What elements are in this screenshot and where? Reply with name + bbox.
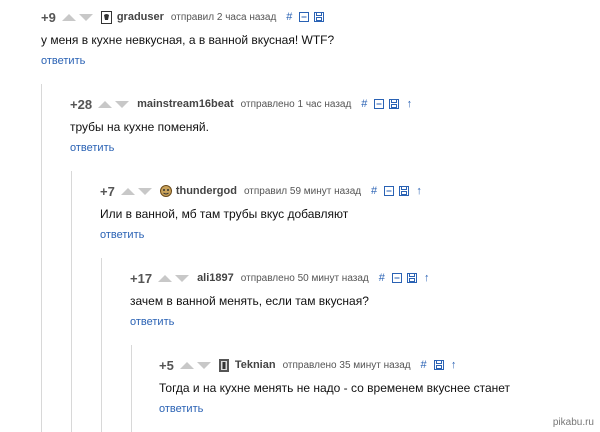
comment-header: +7 thundergod отправил 59 минут назад # … [100, 182, 429, 200]
user-avatar-icon[interactable] [218, 358, 230, 372]
comment-time: отправлено 1 час назад [240, 98, 352, 110]
reply-link[interactable]: ответить [130, 316, 174, 328]
reply-link[interactable]: ответить [41, 55, 85, 67]
parent-arrow-icon[interactable]: ↑ [422, 273, 432, 284]
author-name[interactable]: graduser [117, 11, 164, 23]
upvote-icon[interactable] [158, 274, 173, 282]
thread-line [131, 345, 132, 432]
hash-link-icon[interactable]: # [377, 273, 387, 284]
collapse-icon[interactable] [374, 99, 385, 109]
parent-arrow-icon[interactable]: ↑ [404, 99, 414, 110]
site-watermark: pikabu.ru [552, 417, 594, 428]
parent-arrow-icon[interactable]: ↑ [449, 360, 459, 371]
save-icon[interactable] [314, 12, 325, 22]
comment-text: Тогда и на кухне менять не надо - со вре… [159, 381, 511, 395]
comment-time: отправил 59 минут назад [243, 185, 362, 197]
comment-time: отправлено 50 минут назад [240, 272, 369, 284]
author-name[interactable]: Teknian [235, 359, 276, 371]
reply-link[interactable]: ответить [100, 229, 144, 241]
author-name[interactable]: thundergod [176, 185, 237, 197]
hash-link-icon[interactable]: # [284, 12, 294, 23]
rating-value: +17 [130, 270, 153, 286]
downvote-icon[interactable] [196, 361, 211, 369]
thread-line [41, 84, 42, 432]
upvote-icon[interactable] [98, 100, 113, 108]
upvote-icon[interactable] [61, 13, 76, 21]
save-icon[interactable] [399, 186, 410, 196]
hash-link-icon[interactable]: # [359, 99, 369, 110]
rating-value: +28 [70, 96, 93, 112]
comment-time: отправлено 35 минут назад [282, 359, 411, 371]
reply-link[interactable]: ответить [159, 403, 203, 415]
save-icon[interactable] [406, 273, 417, 283]
reply-link[interactable]: ответить [70, 142, 114, 154]
comment-header: +9 graduser отправил 2 часа назад # [41, 8, 329, 26]
author-name[interactable]: mainstream16beat [137, 98, 234, 110]
collapse-icon[interactable] [384, 186, 395, 196]
comment-text: зачем в ванной менять, если там вкусная? [130, 294, 369, 308]
comment-text: трубы на кухне поменяй. [70, 120, 209, 134]
downvote-icon[interactable] [175, 274, 190, 282]
hash-link-icon[interactable]: # [369, 186, 379, 197]
downvote-icon[interactable] [137, 187, 152, 195]
upvote-icon[interactable] [120, 187, 135, 195]
user-avatar-icon[interactable] [159, 184, 172, 198]
comment-time: отправил 2 часа назад [170, 11, 277, 23]
save-icon[interactable] [389, 99, 400, 109]
comment-text: Или в ванной, мб там трубы вкус добавляю… [100, 207, 349, 221]
save-icon[interactable] [433, 360, 444, 370]
comment-header: +17 ali1897 отправлено 50 минут назад # … [130, 269, 437, 287]
comment-header: +28 mainstream16beat отправлено 1 час на… [70, 95, 419, 113]
collapse-icon[interactable] [299, 12, 310, 22]
collapse-icon[interactable] [391, 273, 402, 283]
rating-value: +9 [41, 9, 56, 25]
rating-value: +5 [159, 357, 174, 373]
upvote-icon[interactable] [179, 361, 194, 369]
thread-line [71, 171, 72, 432]
downvote-icon[interactable] [78, 13, 93, 21]
parent-arrow-icon[interactable]: ↑ [414, 186, 424, 197]
thread-line [101, 258, 102, 432]
author-name[interactable]: ali1897 [197, 272, 234, 284]
user-avatar-icon[interactable] [100, 10, 112, 24]
downvote-icon[interactable] [115, 100, 130, 108]
rating-value: +7 [100, 183, 115, 199]
hash-link-icon[interactable]: # [419, 360, 429, 371]
comment-text: у меня в кухне невкусная, а в ванной вку… [41, 33, 335, 47]
comment-header: +5 Teknian отправлено 35 минут назад # ↑ [159, 356, 464, 374]
